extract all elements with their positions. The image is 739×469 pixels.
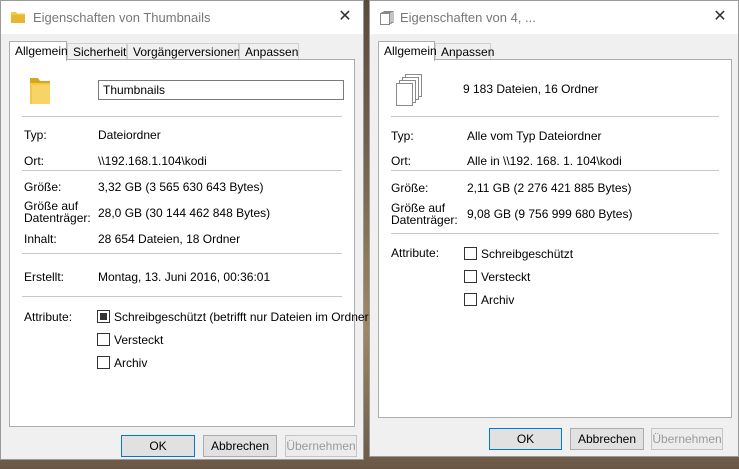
attributes-label: Attribute: [24,310,73,324]
hidden-checkbox-label[interactable]: Versteckt [481,271,530,284]
ok-button[interactable]: OK [489,428,562,450]
size-on-disk-label-line2: Datenträger: [391,213,458,227]
hidden-checkbox-label[interactable]: Versteckt [114,334,163,347]
title-bar[interactable]: Eigenschaften von 4, ... ✕ [370,1,738,34]
close-icon[interactable]: ✕ [708,6,732,28]
size-value: 3,32 GB (3 565 630 643 Bytes) [98,180,264,194]
tab-allgemein[interactable]: Allgemein [9,41,68,61]
tab-sicherheit[interactable]: Sicherheit [67,43,127,60]
readonly-checkbox-label[interactable]: Schreibgeschützt [481,248,573,261]
close-icon[interactable]: ✕ [333,6,357,28]
size-on-disk-value: 28,0 GB (30 144 462 848 Bytes) [98,206,271,220]
ok-button[interactable]: OK [121,435,195,457]
separator [22,116,342,117]
size-label: Größe: [391,181,429,195]
contents-label: Inhalt: [24,232,57,246]
type-label: Typ: [391,129,414,143]
created-label: Erstellt: [24,270,65,284]
separator [391,116,719,117]
type-value: Alle vom Typ Dateiordner [467,129,602,143]
multiple-files-icon [395,74,423,111]
created-value: Montag, 13. Juni 2016, 00:36:01 [98,270,271,284]
separator [22,170,342,171]
size-on-disk-label-line2: Datenträger: [24,211,91,225]
attributes-label: Attribute: [391,246,440,260]
readonly-checkbox-label[interactable]: Schreibgeschützt (betrifft nur Dateien i… [114,311,373,324]
multiple-files-icon [380,11,394,28]
type-value: Dateiordner [98,128,161,142]
archive-checkbox-label[interactable]: Archiv [481,294,514,307]
folder-icon [28,76,52,109]
location-value: Alle in \\192. 168. 1. 104\kodi [467,154,622,168]
tab-allgemein[interactable]: Allgemein [378,41,437,61]
hidden-checkbox[interactable] [97,333,110,346]
tab-anpassen[interactable]: Anpassen [435,43,494,60]
separator [391,233,719,234]
cancel-button[interactable]: Abbrechen [203,435,277,457]
archive-checkbox[interactable] [97,356,110,369]
tab-panel-allgemein: Typ: Dateiordner Ort: \\192.168.1.104\ko… [9,59,373,427]
properties-window-thumbnails: Eigenschaften von Thumbnails ✕ Allgemein… [0,0,373,460]
location-label: Ort: [24,154,44,168]
archive-checkbox[interactable] [464,293,477,306]
tab-anpassen[interactable]: Anpassen [239,43,299,60]
apply-button[interactable]: Übernehmen [285,435,357,457]
properties-window-multiple: Eigenschaften von 4, ... ✕ Allgemein Anp… [369,0,739,457]
separator [22,253,342,254]
archive-checkbox-label[interactable]: Archiv [114,357,147,370]
window-title: Eigenschaften von Thumbnails [33,10,211,25]
readonly-checkbox[interactable] [97,310,110,323]
location-label: Ort: [391,154,411,168]
contents-value: 28 654 Dateien, 18 Ordner [98,232,241,246]
window-title: Eigenschaften von 4, ... [400,10,536,25]
type-label: Typ: [24,128,47,142]
tab-panel-allgemein: 9 183 Dateien, 16 Ordner Typ: Alle vom T… [378,59,732,418]
apply-button[interactable]: Übernehmen [651,428,723,450]
location-value: \\192.168.1.104\kodi [98,154,207,168]
size-value: 2,11 GB (2 276 421 885 Bytes) [467,181,632,195]
folder-name-input[interactable] [98,80,344,100]
size-label: Größe: [24,180,62,194]
size-on-disk-value: 9,08 GB (9 756 999 680 Bytes) [467,207,633,221]
readonly-checkbox[interactable] [464,247,477,260]
separator [391,170,719,171]
hidden-checkbox[interactable] [464,270,477,283]
separator [22,296,342,297]
selection-summary: 9 183 Dateien, 16 Ordner [463,82,599,96]
folder-icon [11,11,25,26]
title-bar[interactable]: Eigenschaften von Thumbnails ✕ [1,1,363,34]
tab-vorgaengerversionen[interactable]: Vorgängerversionen [127,43,240,60]
cancel-button[interactable]: Abbrechen [570,428,644,450]
